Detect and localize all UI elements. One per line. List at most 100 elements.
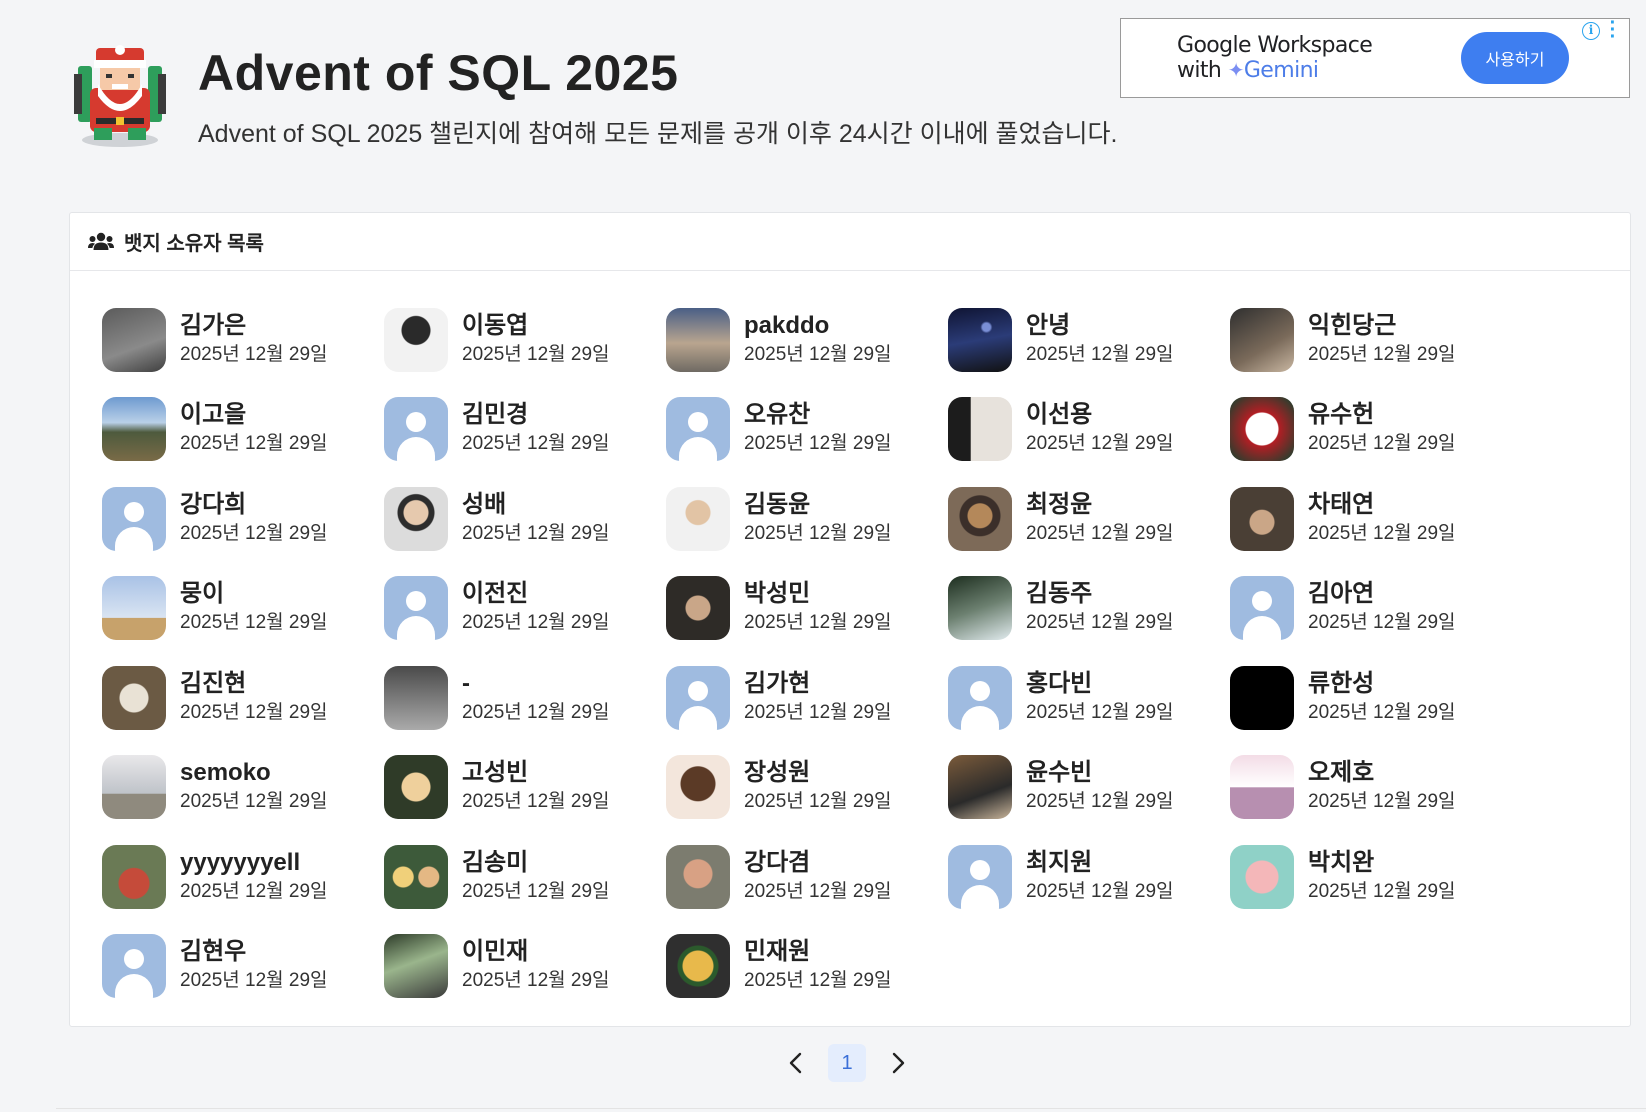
ad-cta-button[interactable]: 사용하기: [1461, 32, 1569, 84]
badge-holder-item[interactable]: 김동윤 2025년 12월 29일: [666, 474, 948, 564]
holder-name[interactable]: 안녕: [1026, 311, 1174, 341]
avatar[interactable]: [384, 665, 448, 730]
badge-holder-item[interactable]: 박치완 2025년 12월 29일: [1230, 832, 1512, 922]
badge-holder-item[interactable]: 차태연 2025년 12월 29일: [1230, 474, 1512, 564]
avatar[interactable]: [384, 755, 448, 820]
badge-holder-item[interactable]: -2025년 12월 29일: [384, 653, 666, 743]
avatar[interactable]: [1230, 307, 1294, 372]
badge-holder-item[interactable]: 최정윤 2025년 12월 29일: [928, 460, 1230, 564]
badge-holder-item[interactable]: 이고을 2025년 12월 29일: [102, 385, 384, 475]
badge-holder-item[interactable]: 홍다빈 2025년 12월 29일: [948, 653, 1230, 743]
badge-holder-item[interactable]: 이민재 2025년 12월 29일: [384, 922, 666, 1012]
holder-name[interactable]: 뭉이: [180, 579, 328, 609]
holder-name[interactable]: 이민재: [462, 937, 610, 967]
badge-holder-item[interactable]: 고성빈 2025년 12월 29일: [384, 743, 666, 833]
badge-holder-item[interactable]: semoko 2025년 12월 29일: [102, 743, 384, 833]
badge-holder-item[interactable]: 이동엽 2025년 12월 29일: [384, 295, 666, 385]
avatar[interactable]: [384, 576, 448, 641]
badge-holder-item[interactable]: 성배 2025년 12월 29일: [384, 474, 666, 564]
holder-name[interactable]: 강다겸: [744, 848, 892, 878]
badge-holder-item[interactable]: 김가현 2025년 12월 29일: [666, 653, 948, 743]
avatar[interactable]: [102, 397, 166, 462]
avatar[interactable]: [102, 934, 166, 999]
badge-holder-item[interactable]: 김송미 2025년 12월 29일: [384, 832, 666, 922]
holder-name[interactable]: yyyyyyyell: [180, 848, 328, 878]
badge-holder-item[interactable]: 민재원 2025년 12월 29일: [666, 922, 948, 1012]
avatar[interactable]: [948, 307, 1012, 372]
badge-holder-item[interactable]: yyyyyyyell 2025년 12월 29일: [102, 832, 384, 922]
badge-holder-item[interactable]: 김현우 2025년 12월 29일: [102, 922, 384, 1012]
badge-holder-item[interactable]: pakddo 2025년 12월 29일: [666, 295, 948, 385]
badge-holder-item[interactable]: 이선용 2025년 12월 29일: [948, 385, 1230, 475]
avatar[interactable]: [666, 307, 730, 372]
holder-name[interactable]: 이선용: [1026, 400, 1174, 430]
badge-holder-item[interactable]: 뭉이 2025년 12월 29일: [102, 564, 384, 654]
avatar[interactable]: [948, 755, 1012, 820]
holder-name[interactable]: 류한성: [1308, 669, 1456, 699]
holder-name[interactable]: 최정윤: [1026, 490, 1174, 520]
avatar[interactable]: [666, 934, 730, 999]
avatar[interactable]: [948, 576, 1012, 641]
avatar[interactable]: [1230, 486, 1294, 551]
badge-holder-item[interactable]: 김아연 2025년 12월 29일: [1230, 564, 1512, 654]
badge-holder-item[interactable]: 김진현 2025년 12월 29일: [102, 653, 384, 743]
avatar[interactable]: [1230, 755, 1294, 820]
badge-holder-item[interactable]: 최지원 2025년 12월 29일: [948, 832, 1230, 922]
badge-holder-item[interactable]: 김민경 2025년 12월 29일: [384, 385, 666, 475]
avatar[interactable]: [102, 307, 166, 372]
avatar[interactable]: [102, 844, 166, 909]
avatar[interactable]: [102, 576, 166, 641]
badge-holder-item[interactable]: 오유찬 2025년 12월 29일: [666, 385, 948, 475]
holder-name[interactable]: -: [462, 669, 610, 699]
avatar[interactable]: [666, 665, 730, 730]
holder-name[interactable]: 이전진: [462, 579, 610, 609]
avatar[interactable]: [384, 307, 448, 372]
badge-holder-item[interactable]: 유수헌 2025년 12월 29일: [1230, 385, 1512, 475]
avatar[interactable]: [384, 486, 448, 551]
avatar[interactable]: [1230, 844, 1294, 909]
holder-name[interactable]: 익힌당근: [1308, 311, 1456, 341]
badge-holder-item[interactable]: 박성민 2025년 12월 29일: [666, 564, 948, 654]
holder-name[interactable]: 김현우: [180, 937, 328, 967]
badge-holder-item[interactable]: 장성원 2025년 12월 29일: [666, 743, 948, 833]
holder-name[interactable]: 김진현: [180, 669, 328, 699]
avatar[interactable]: [948, 844, 1012, 909]
avatar[interactable]: [666, 486, 730, 551]
avatar[interactable]: [102, 665, 166, 730]
holder-name[interactable]: 김민경: [462, 400, 610, 430]
kebab-menu-icon[interactable]: · · ·: [1608, 13, 1618, 47]
holder-name[interactable]: 최지원: [1026, 848, 1174, 878]
badge-holder-item[interactable]: 강다희 2025년 12월 29일: [102, 474, 384, 564]
avatar[interactable]: [666, 755, 730, 820]
avatar[interactable]: [948, 665, 1012, 730]
holder-name[interactable]: 오제호: [1308, 758, 1456, 788]
holder-name[interactable]: 성배: [462, 490, 610, 520]
badge-holder-item[interactable]: 오제호 2025년 12월 29일: [1230, 743, 1512, 833]
holder-name[interactable]: 김동윤: [744, 490, 892, 520]
holder-name[interactable]: 홍다빈: [1026, 669, 1174, 699]
holder-name[interactable]: 민재원: [744, 937, 892, 967]
avatar[interactable]: [102, 486, 166, 551]
holder-name[interactable]: 이고을: [180, 400, 328, 430]
avatar[interactable]: [384, 844, 448, 909]
avatar[interactable]: [948, 486, 1012, 551]
avatar[interactable]: [384, 934, 448, 999]
avatar[interactable]: [666, 397, 730, 462]
badge-holder-item[interactable]: 윤수빈 2025년 12월 29일: [948, 743, 1230, 833]
holder-name[interactable]: 김가은: [180, 311, 328, 341]
avatar[interactable]: [1230, 397, 1294, 462]
holder-name[interactable]: 박성민: [744, 579, 892, 609]
badge-holder-item[interactable]: 김동주 2025년 12월 29일: [948, 564, 1230, 654]
avatar[interactable]: [1230, 576, 1294, 641]
avatar[interactable]: [384, 397, 448, 462]
badge-holder-item[interactable]: 강다겸 2025년 12월 29일: [666, 832, 948, 922]
chevron-left-icon[interactable]: [780, 1045, 810, 1081]
holder-name[interactable]: 이동엽: [462, 311, 610, 341]
info-icon[interactable]: i: [1582, 22, 1600, 40]
holder-name[interactable]: semoko: [180, 758, 328, 788]
holder-name[interactable]: 윤수빈: [1026, 758, 1174, 788]
ad-banner[interactable]: Google Workspace with ✦Gemini 사용하기: [1120, 18, 1630, 98]
badge-holder-item[interactable]: 류한성 2025년 12월 29일: [1230, 653, 1512, 743]
badge-holder-item[interactable]: 익힌당근 2025년 12월 29일: [1230, 295, 1512, 385]
holder-name[interactable]: 박치완: [1308, 848, 1456, 878]
